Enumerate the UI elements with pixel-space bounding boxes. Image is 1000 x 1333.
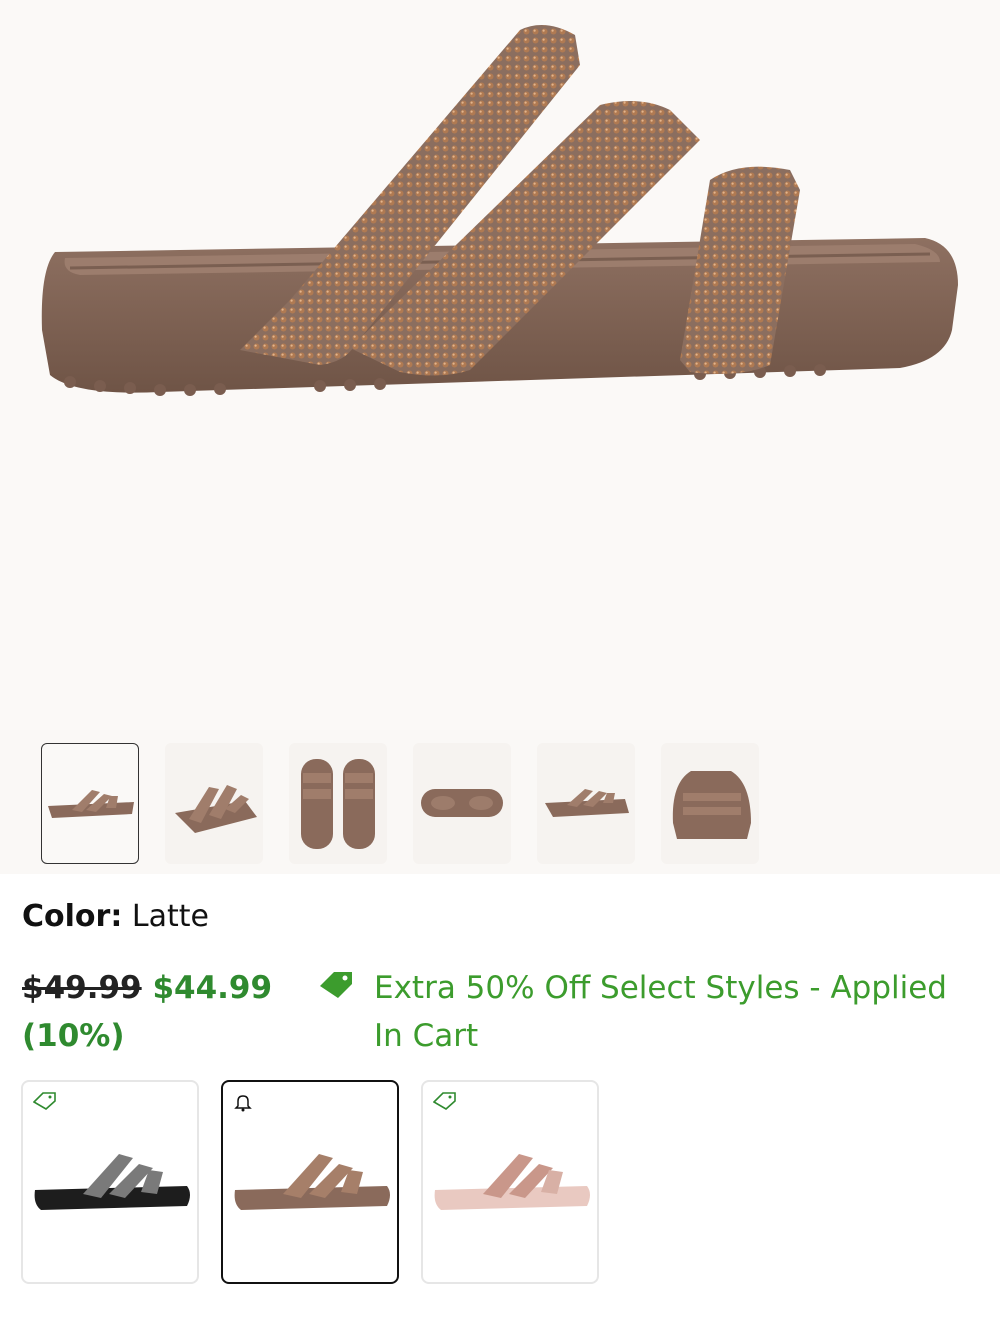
thumbnail-pair-side[interactable] xyxy=(537,743,635,864)
product-image[interactable] xyxy=(0,0,1000,730)
sandal-illustration xyxy=(41,25,958,396)
variant-latte[interactable] xyxy=(221,1080,399,1284)
sandal-pink-image xyxy=(434,1154,590,1210)
thumbnail-top[interactable] xyxy=(289,743,387,864)
color-selection-label: Color: Latte xyxy=(22,897,209,937)
color-label: Color: xyxy=(22,899,123,934)
color-value: Latte xyxy=(131,899,209,934)
price-block: $49.99 $44.99 (10%) xyxy=(22,964,292,1060)
original-price: $49.99 xyxy=(22,970,142,1006)
thumbnail-side[interactable] xyxy=(41,743,139,864)
thumbnail-sole[interactable] xyxy=(413,743,511,864)
thumbnail-back[interactable] xyxy=(661,743,759,864)
variant-pink[interactable] xyxy=(421,1080,599,1284)
thumbnail-angle[interactable] xyxy=(165,743,263,864)
variant-black[interactable] xyxy=(21,1080,199,1284)
tag-icon xyxy=(318,970,354,1002)
discount-percent: (10%) xyxy=(22,1018,125,1054)
sale-price: $44.99 xyxy=(152,970,273,1006)
sandal-latte-image xyxy=(234,1154,390,1210)
promo-text: Extra 50% Off Select Styles - Applied In… xyxy=(374,970,947,1054)
sandal-black-image xyxy=(34,1154,190,1210)
